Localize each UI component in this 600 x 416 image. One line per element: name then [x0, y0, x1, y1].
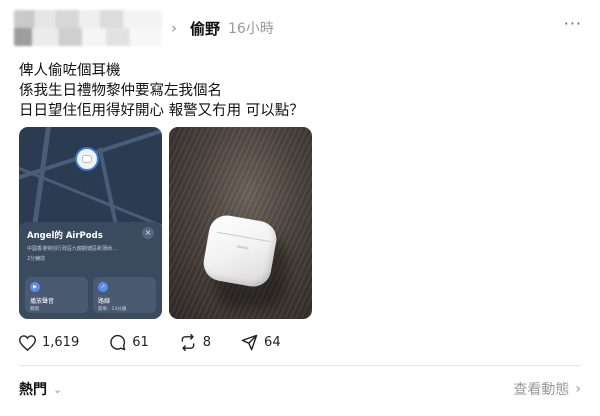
- chevron-right-icon: ›: [575, 381, 581, 397]
- repost-button[interactable]: 8: [179, 334, 211, 351]
- repost-icon: [181, 334, 195, 351]
- share-count: 64: [264, 335, 281, 350]
- repost-count: 8: [202, 335, 212, 350]
- map-screenshot-image[interactable]: Angel的 AirPods × 中國香港特別行政區九龍觀塘區新蒲崗… 2分鐘前…: [19, 127, 162, 319]
- view-activity-link[interactable]: 查看動態 ›: [513, 379, 581, 399]
- chevron-right-icon: ›: [171, 19, 177, 37]
- view-activity-label: 查看動態: [513, 382, 570, 398]
- sort-dropdown[interactable]: 熱門 ⌄: [19, 379, 62, 399]
- device-title: Angel的 AirPods: [27, 231, 103, 241]
- author-name[interactable]: 偷野: [190, 18, 220, 39]
- post-line: 俾人偷咗個耳機: [19, 63, 121, 79]
- post-actions: 1,619 61 8 64: [19, 334, 311, 351]
- post-body: 俾人偷咗個耳機 係我生日禮物黎仲要寫左我個名 日日望住佢用得好開心 報警又冇用 …: [19, 61, 304, 121]
- comment-icon: [110, 334, 126, 351]
- find-my-sheet: Angel的 AirPods × 中國香港特別行政區九龍觀塘區新蒲崗… 2分鐘前…: [19, 222, 162, 319]
- heart-icon: [19, 334, 36, 351]
- post-line: 日日望住佢用得好開心 報警又冇用 可以點？: [19, 103, 304, 119]
- more-dots-icon[interactable]: ···: [564, 16, 582, 32]
- breadcrumb: › 偷野 16小時: [14, 8, 274, 48]
- post-time: 16小時: [228, 21, 274, 37]
- action-sub: 開車：14分鐘: [98, 307, 127, 312]
- media-gallery: Angel的 AirPods × 中國香港特別行政區九龍觀塘區新蒲崗… 2分鐘前…: [19, 127, 312, 319]
- action-label: 路線: [98, 298, 111, 305]
- play-icon: ▶: [30, 282, 40, 292]
- chevron-down-icon: ⌄: [53, 382, 63, 396]
- action-label: 播放聲音: [30, 298, 55, 305]
- play-sound-action: ▶ 播放聲音 關閉: [25, 277, 88, 313]
- airpods-pin-icon: [75, 147, 99, 171]
- comment-button[interactable]: 61: [109, 334, 149, 351]
- share-button[interactable]: 64: [241, 334, 281, 351]
- airpods-case-image: [200, 212, 280, 290]
- feed-footer: 熱門 ⌄ 查看動態 ›: [19, 379, 581, 399]
- divider: [19, 365, 581, 366]
- device-time: 2分鐘前: [27, 256, 46, 262]
- like-count: 1,619: [42, 335, 80, 350]
- action-sub: 關閉: [30, 307, 39, 312]
- send-icon: [241, 334, 258, 351]
- like-button[interactable]: 1,619: [19, 334, 80, 351]
- device-address: 中國香港特別行政區九龍觀塘區新蒲崗…: [27, 246, 118, 252]
- sort-label: 熱門: [19, 382, 47, 398]
- directions-action: ↗ 路線 開車：14分鐘: [93, 277, 156, 313]
- blurred-community-name[interactable]: [14, 10, 162, 46]
- comment-count: 61: [132, 335, 149, 350]
- directions-icon: ↗: [98, 282, 108, 292]
- close-icon: ×: [142, 227, 154, 239]
- post-line: 係我生日禮物黎仲要寫左我個名: [19, 83, 222, 99]
- airpods-case-photo[interactable]: [169, 127, 312, 319]
